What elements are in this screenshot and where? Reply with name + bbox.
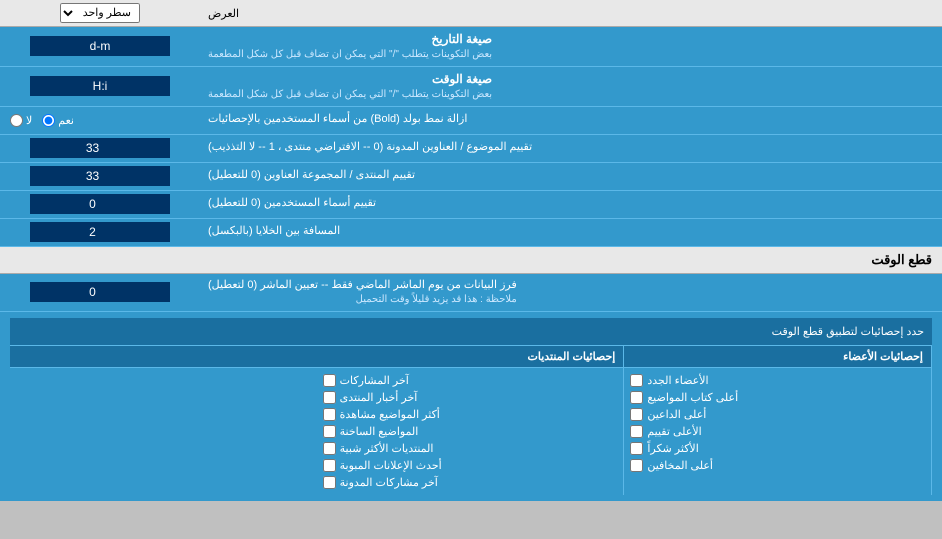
cb-new-members: الأعضاء الجدد (630, 372, 925, 389)
bold-remove-radio-cell: نعم لا (0, 107, 200, 134)
time-format-input[interactable]: H:i (30, 76, 170, 96)
radio-no-label[interactable]: لا (10, 114, 32, 127)
cb-latest-ads-label: أحدث الإعلانات المبوبة (340, 459, 442, 472)
cut-time-input-cell: 0 (0, 274, 200, 311)
cb-most-similar-forums: المنتديات الأكثر شبية (323, 440, 618, 457)
cb-most-viewed-check[interactable] (323, 408, 336, 421)
cut-time-header: قطع الوقت (0, 247, 942, 274)
cb-blog-posts-label: آخر مشاركات المدونة (340, 476, 438, 489)
cb-top-watchers: أعلى المخافين (630, 457, 925, 474)
checkbox-columns: الأعضاء الجدد أعلى كتاب المواضيع أعلى ال… (10, 368, 932, 495)
display-row: العرض سطر واحد سطرين ثلاثة أسطر (0, 0, 942, 27)
col-header-members: إحصائيات الأعضاء (624, 346, 932, 367)
cb-top-rated: الأعلى تقييم (630, 423, 925, 440)
radio-no[interactable] (10, 114, 23, 127)
cb-new-members-label: الأعضاء الجدد (647, 374, 708, 387)
cb-top-watchers-check[interactable] (630, 459, 643, 472)
cb-most-similar-forums-check[interactable] (323, 442, 336, 455)
cb-blog-posts-check[interactable] (323, 476, 336, 489)
cb-top-inviters-label: أعلى الداعين (647, 408, 706, 421)
usernames-order-row: تقييم أسماء المستخدمين (0 للتعطيل) 0 (0, 191, 942, 219)
radio-yes-label[interactable]: نعم (42, 114, 74, 127)
bold-remove-row: ازالة نمط بولد (Bold) من أسماء المستخدمي… (0, 107, 942, 135)
cb-hot-topics: المواضيع الساخنة (323, 423, 618, 440)
cb-most-thanks: الأكثر شكراً (630, 440, 925, 457)
usernames-order-input-cell: 0 (0, 191, 200, 218)
topic-order-label: تقييم الموضوع / العناوين المدونة (0 -- ا… (200, 135, 942, 162)
time-format-row: صيغة الوقت بعض التكوينات يتطلب "/" التي … (0, 67, 942, 107)
forums-col: آخر المشاركات آخر أخبار المنتدى أكثر الم… (317, 368, 625, 495)
cb-latest-ads: أحدث الإعلانات المبوبة (323, 457, 618, 474)
topic-order-input-cell: 33 (0, 135, 200, 162)
cb-top-topic-writers-check[interactable] (630, 391, 643, 404)
time-format-label: صيغة الوقت بعض التكوينات يتطلب "/" التي … (200, 67, 942, 106)
cb-new-members-check[interactable] (630, 374, 643, 387)
cb-most-thanks-label: الأكثر شكراً (647, 442, 698, 455)
cb-last-posts: آخر المشاركات (323, 372, 618, 389)
limit-label: حدد إحصائيات لتطبيق قطع الوقت (10, 321, 932, 342)
usernames-order-input[interactable]: 0 (30, 194, 170, 214)
cell-spacing-input-cell: 2 (0, 219, 200, 246)
cb-forum-news-check[interactable] (323, 391, 336, 404)
date-format-row: صيغة التاريخ بعض التكوينات يتطلب "/" الت… (0, 27, 942, 67)
display-label: العرض (200, 0, 942, 26)
members-col: الأعضاء الجدد أعلى كتاب المواضيع أعلى ال… (624, 368, 932, 495)
cb-top-watchers-label: أعلى المخافين (647, 459, 713, 472)
empty-col (10, 368, 317, 495)
radio-yes-text: نعم (58, 114, 74, 127)
cb-most-similar-forums-label: المنتديات الأكثر شبية (340, 442, 434, 455)
cb-hot-topics-check[interactable] (323, 425, 336, 438)
cut-time-row: فرز البيانات من يوم الماشر الماضي فقط --… (0, 274, 942, 312)
cb-top-topic-writers-label: أعلى كتاب المواضيع (647, 391, 738, 404)
radio-yes[interactable] (42, 114, 55, 127)
cell-spacing-label: المسافة بين الخلايا (بالبكسل) (200, 219, 942, 246)
cb-top-inviters: أعلى الداعين (630, 406, 925, 423)
cb-last-posts-label: آخر المشاركات (340, 374, 409, 387)
cb-most-thanks-check[interactable] (630, 442, 643, 455)
date-format-label: صيغة التاريخ بعض التكوينات يتطلب "/" الت… (200, 27, 942, 66)
cb-latest-ads-check[interactable] (323, 459, 336, 472)
main-container: صيغة التاريخ بعض التكوينات يتطلب "/" الت… (0, 27, 942, 501)
cut-time-input[interactable]: 0 (30, 282, 170, 302)
cb-most-viewed-label: أكثر المواضيع مشاهدة (340, 408, 440, 421)
checkbox-headers: إحصائيات الأعضاء إحصائيات المنتديات (10, 346, 932, 368)
cell-spacing-row: المسافة بين الخلايا (بالبكسل) 2 (0, 219, 942, 247)
topic-order-input[interactable]: 33 (30, 138, 170, 158)
radio-no-text: لا (26, 114, 32, 127)
forum-order-label: تقييم المنتدى / المجموعة العناوين (0 للت… (200, 163, 942, 190)
time-format-input-cell: H:i (0, 67, 200, 106)
cb-top-topic-writers: أعلى كتاب المواضيع (630, 389, 925, 406)
display-select[interactable]: سطر واحد سطرين ثلاثة أسطر (60, 3, 140, 23)
cb-top-rated-label: الأعلى تقييم (647, 425, 701, 438)
cb-hot-topics-label: المواضيع الساخنة (340, 425, 419, 438)
date-format-input[interactable]: d-m (30, 36, 170, 56)
topic-order-row: تقييم الموضوع / العناوين المدونة (0 -- ا… (0, 135, 942, 163)
cb-most-viewed: أكثر المواضيع مشاهدة (323, 406, 618, 423)
col-header-forums: إحصائيات المنتديات (317, 346, 625, 367)
col-header-empty (10, 346, 317, 367)
date-format-input-cell: d-m (0, 27, 200, 66)
forum-order-row: تقييم المنتدى / المجموعة العناوين (0 للت… (0, 163, 942, 191)
checkboxes-section: حدد إحصائيات لتطبيق قطع الوقت إحصائيات ا… (0, 312, 942, 501)
limit-row: حدد إحصائيات لتطبيق قطع الوقت (10, 318, 932, 346)
bold-remove-label: ازالة نمط بولد (Bold) من أسماء المستخدمي… (200, 107, 942, 134)
forum-order-input[interactable]: 33 (30, 166, 170, 186)
usernames-order-label: تقييم أسماء المستخدمين (0 للتعطيل) (200, 191, 942, 218)
cb-blog-posts: آخر مشاركات المدونة (323, 474, 618, 491)
cb-top-rated-check[interactable] (630, 425, 643, 438)
cb-top-inviters-check[interactable] (630, 408, 643, 421)
cb-forum-news-label: آخر أخبار المنتدى (340, 391, 418, 404)
cut-time-label: فرز البيانات من يوم الماشر الماضي فقط --… (200, 274, 942, 311)
cb-forum-news: آخر أخبار المنتدى (323, 389, 618, 406)
display-select-cell: سطر واحد سطرين ثلاثة أسطر (0, 0, 200, 26)
forum-order-input-cell: 33 (0, 163, 200, 190)
cell-spacing-input[interactable]: 2 (30, 222, 170, 242)
cb-last-posts-check[interactable] (323, 374, 336, 387)
